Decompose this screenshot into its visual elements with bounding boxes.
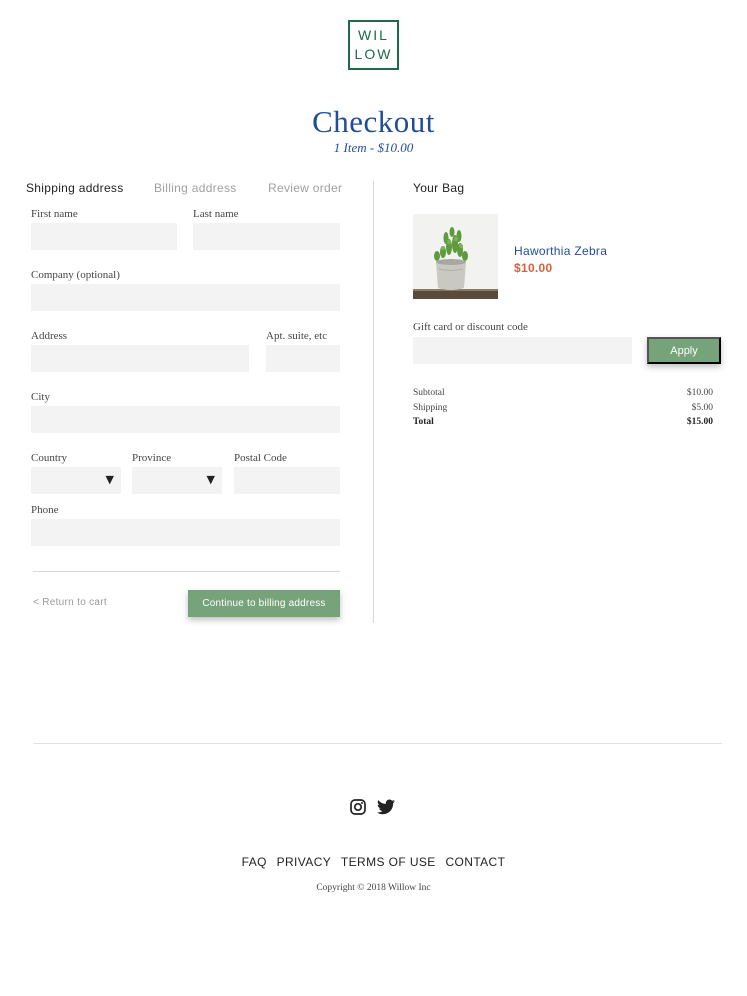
country-label: Country xyxy=(31,452,68,464)
gift-card-label: Gift card or discount code xyxy=(413,321,528,333)
footer-divider xyxy=(34,743,722,744)
province-select[interactable]: ▼ xyxy=(132,467,222,494)
logo-line-1: WIL xyxy=(358,27,389,43)
apt-label: Apt. suite, etc xyxy=(266,330,328,342)
phone-field[interactable] xyxy=(31,519,340,546)
shipping-value: $5.00 xyxy=(691,403,713,413)
subtotal-label: Subtotal xyxy=(413,388,445,398)
continue-to-billing-button[interactable]: Continue to billing address xyxy=(188,590,340,617)
province-label: Province xyxy=(132,452,172,464)
postal-code-label: Postal Code xyxy=(234,452,287,464)
logo-line-2: LOW xyxy=(354,46,393,62)
last-name-field[interactable] xyxy=(193,223,340,250)
subtotal-value: $10.00 xyxy=(686,388,713,398)
postal-code-field[interactable] xyxy=(234,467,340,494)
city-label: City xyxy=(31,391,50,403)
product-price: $10.00 xyxy=(514,261,553,275)
address-field[interactable] xyxy=(31,345,249,372)
footer-link-privacy[interactable]: PRIVACY xyxy=(277,855,332,869)
subtotal-row: Subtotal $10.00 xyxy=(413,388,713,398)
step-shipping-address[interactable]: Shipping address xyxy=(26,181,124,195)
instagram-icon[interactable] xyxy=(350,799,366,815)
return-to-cart-link[interactable]: < Return to cart xyxy=(33,597,107,608)
caret-down-icon: ▼ xyxy=(105,473,114,486)
footer-link-terms[interactable]: TERMS OF USE xyxy=(341,855,436,869)
country-select[interactable]: ▼ xyxy=(31,467,121,494)
page-title: Checkout xyxy=(312,104,435,139)
apply-button[interactable]: Apply xyxy=(647,337,721,364)
step-review-order[interactable]: Review order xyxy=(268,181,342,195)
willow-logo[interactable]: WIL LOW xyxy=(348,20,399,70)
footer-link-contact[interactable]: CONTACT xyxy=(445,855,505,869)
gift-card-field[interactable] xyxy=(413,337,632,364)
first-name-label: First name xyxy=(31,208,78,220)
total-value: $15.00 xyxy=(686,417,713,427)
phone-label: Phone xyxy=(31,504,59,516)
last-name-label: Last name xyxy=(193,208,239,220)
column-divider xyxy=(373,181,374,623)
caret-down-icon: ▼ xyxy=(206,473,215,486)
first-name-field[interactable] xyxy=(31,223,177,250)
shipping-label: Shipping xyxy=(413,403,448,413)
city-field[interactable] xyxy=(31,406,340,433)
page-subtitle: 1 Item - $10.00 xyxy=(333,140,414,155)
footer-links: FAQ PRIVACY TERMS OF USE CONTACT xyxy=(0,855,747,869)
footer-link-faq[interactable]: FAQ xyxy=(242,855,267,869)
copyright-text: Copyright © 2018 Willow Inc xyxy=(316,883,431,893)
total-row: Total $15.00 xyxy=(413,417,713,427)
address-label: Address xyxy=(31,330,68,342)
company-label: Company (optional) xyxy=(31,269,120,281)
step-billing-address[interactable]: Billing address xyxy=(154,181,237,195)
product-image xyxy=(413,214,498,299)
twitter-icon[interactable] xyxy=(377,799,395,815)
product-name[interactable]: Haworthia Zebra xyxy=(514,244,607,258)
company-field[interactable] xyxy=(31,284,340,311)
total-label: Total xyxy=(413,417,434,427)
shipping-row: Shipping $5.00 xyxy=(413,403,713,413)
your-bag-title: Your Bag xyxy=(413,181,465,195)
form-divider xyxy=(33,571,340,572)
apt-field[interactable] xyxy=(266,345,340,372)
